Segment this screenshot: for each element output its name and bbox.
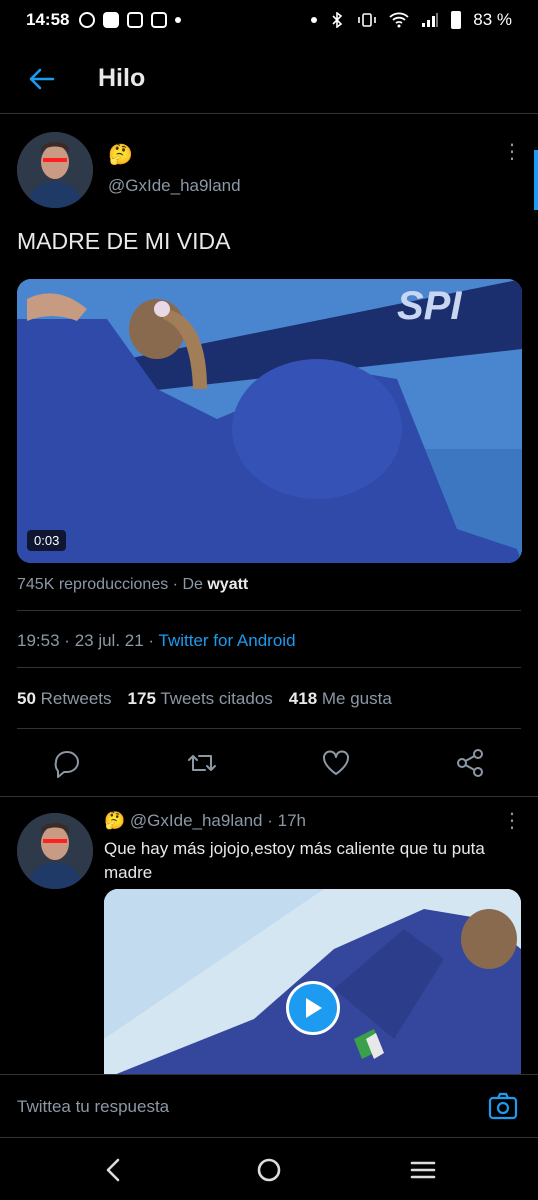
nav-recents-icon[interactable] — [408, 1155, 438, 1185]
vibrate-icon — [358, 13, 377, 27]
nav-back-icon[interactable] — [98, 1155, 128, 1185]
tweet-video[interactable] — [104, 889, 521, 1074]
reply-tweet[interactable]: 🤔 @GxIde_ha9land · 17h ⋮ Que hay más joj… — [0, 796, 538, 1074]
like-icon[interactable] — [319, 746, 353, 780]
top-bar: Hilo — [0, 44, 538, 114]
display-name-emoji[interactable]: 🤔 — [104, 811, 125, 830]
divider — [17, 728, 521, 729]
status-time: 14:58 — [26, 10, 70, 29]
bluetooth-icon — [332, 12, 343, 28]
reply-icon[interactable] — [50, 746, 84, 780]
avatar[interactable] — [17, 132, 93, 208]
reply-input[interactable]: Twittea tu respuesta — [17, 1097, 169, 1117]
nav-home-icon[interactable] — [254, 1155, 284, 1185]
tweet-video[interactable]: SPI 0:03 — [17, 279, 522, 563]
battery-percent: 83 % — [473, 10, 512, 29]
tweet-source-link[interactable]: Twitter for Android — [159, 631, 296, 650]
play-button[interactable] — [286, 981, 340, 1035]
from-user-link[interactable]: wyatt — [207, 576, 248, 593]
quotes-label: Tweets citados — [160, 689, 273, 708]
display-name-emoji[interactable]: 🤔 — [108, 142, 133, 167]
retweets-stat[interactable]: 50 Retweets — [17, 689, 112, 709]
quotes-count: 175 — [127, 689, 156, 708]
tweet-time: 19:53 — [17, 631, 60, 650]
likes-label: Me gusta — [321, 689, 392, 708]
share-icon[interactable] — [453, 746, 487, 780]
user-handle[interactable]: @GxIde_ha9land — [130, 811, 263, 830]
from-label: De — [182, 576, 203, 593]
view-count: 745K reproducciones · De wyatt — [17, 576, 248, 594]
video-thumbnail: SPI — [17, 279, 522, 563]
separator: · — [172, 576, 178, 593]
battery-icon — [451, 11, 462, 29]
likes-stat[interactable]: 418 Me gusta — [289, 689, 392, 709]
tweet-meta: 19:53 · 23 jul. 21 · Twitter for Android — [17, 631, 296, 651]
status-bar: 14:58 83 % — [0, 0, 538, 40]
tweet-text: MADRE DE MI VIDA — [17, 228, 231, 254]
tweet-stats: 50 Retweets 175 Tweets citados 418 Me gu… — [17, 689, 392, 709]
page-title: Hilo — [98, 64, 146, 92]
more-options-icon[interactable]: ⋮ — [502, 142, 522, 162]
back-button[interactable] — [22, 59, 62, 99]
tweet-age: 17h — [277, 811, 306, 830]
tweet-text: Que hay más jojojo,estoy más caliente qu… — [104, 839, 485, 882]
retweets-label: Retweets — [40, 689, 112, 708]
square-icon — [103, 12, 120, 28]
scroll-indicator[interactable] — [534, 150, 538, 210]
likes-count: 418 — [288, 689, 318, 708]
user-handle[interactable]: @GxIde_ha9land — [108, 176, 241, 196]
separator: · — [148, 631, 155, 650]
whatsapp-icon — [79, 12, 96, 28]
avatar[interactable] — [17, 813, 93, 889]
retweet-icon[interactable] — [185, 746, 219, 780]
quotes-stat[interactable]: 175 Tweets citados — [128, 689, 273, 709]
play-icon — [306, 998, 322, 1018]
signal-icon — [422, 13, 439, 27]
instagram-icon — [127, 12, 144, 28]
app-icon — [151, 12, 168, 28]
view-count-text: 745K reproducciones — [17, 576, 169, 593]
wifi-icon — [389, 12, 409, 28]
tweet-date: 23 jul. 21 — [74, 631, 144, 650]
system-nav-bar — [0, 1140, 538, 1200]
dot-icon — [311, 17, 318, 23]
svg-text:SPI: SPI — [397, 284, 462, 328]
tweet-actions — [0, 746, 538, 796]
reply-header: 🤔 @GxIde_ha9land · 17h — [104, 811, 306, 831]
retweets-count: 50 — [17, 689, 36, 708]
arrow-left-icon — [29, 68, 55, 89]
divider — [17, 667, 521, 668]
more-options-icon[interactable]: ⋮ — [502, 811, 522, 831]
divider — [17, 610, 521, 611]
separator: · — [64, 631, 70, 650]
separator: · — [267, 811, 273, 830]
camera-icon[interactable] — [488, 1091, 518, 1121]
video-duration: 0:03 — [27, 530, 67, 551]
notification-dot-icon — [175, 17, 182, 23]
reply-composer[interactable]: Twittea tu respuesta — [0, 1074, 538, 1138]
